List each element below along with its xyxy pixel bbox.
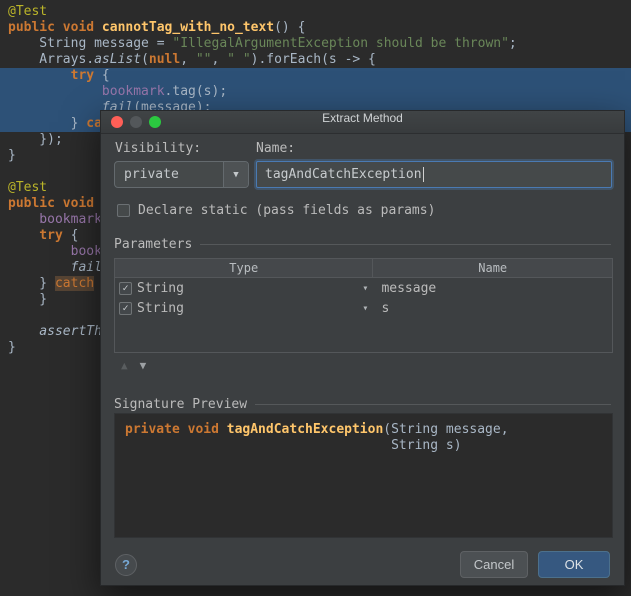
reorder-controls: ▲ ▼: [121, 359, 146, 372]
parameters-table: Type Name ✓ String ▾ message ✓ String ▾ s: [114, 258, 613, 353]
code-line: Arrays.asList(null, "", " ").forEach(s -…: [8, 52, 376, 67]
name-column-header[interactable]: Name: [373, 259, 612, 277]
dialog-buttons: ? Cancel OK: [115, 551, 610, 578]
parameters-label: Parameters: [114, 237, 193, 252]
separator-rule: [200, 244, 611, 245]
param-type: String: [137, 300, 184, 316]
type-column-header[interactable]: Type: [115, 259, 374, 277]
signature-separator: Signature Preview: [114, 397, 611, 412]
code-line: public void cannotTag_with_no_text() {: [8, 20, 306, 35]
name-label: Name:: [256, 141, 296, 156]
separator-rule: [255, 404, 611, 405]
declare-static-row[interactable]: Declare static (pass fields as params): [117, 203, 435, 218]
table-row[interactable]: ✓ String ▾ s: [115, 298, 612, 318]
extract-method-dialog: Extract Method Visibility: Name: private…: [100, 110, 625, 586]
table-row[interactable]: ✓ String ▾ message: [115, 278, 612, 298]
signature-preview-label: Signature Preview: [114, 397, 248, 412]
dialog-titlebar[interactable]: Extract Method: [101, 111, 624, 134]
code-line: bookmark.tag(s);: [8, 84, 228, 99]
param-type: String: [137, 280, 184, 296]
move-down-icon[interactable]: ▼: [140, 359, 147, 372]
move-up-icon[interactable]: ▲: [121, 359, 128, 372]
code-line: String s): [125, 438, 462, 453]
visibility-dropdown[interactable]: private ▼: [114, 161, 249, 188]
method-name-value: tagAndCatchException: [265, 167, 422, 182]
parameters-table-header: Type Name: [115, 259, 612, 278]
dialog-title: Extract Method: [322, 111, 403, 125]
chevron-down-icon[interactable]: ▼: [223, 162, 248, 187]
help-button[interactable]: ?: [115, 553, 137, 576]
parameters-separator: Parameters: [114, 237, 611, 252]
code-line: try {: [8, 68, 110, 83]
param-checkbox[interactable]: ✓: [119, 281, 132, 295]
code-line: @Test: [8, 4, 48, 19]
ok-button[interactable]: OK: [538, 551, 610, 578]
text-caret: [422, 167, 424, 182]
cancel-button[interactable]: Cancel: [460, 551, 528, 578]
code-line: String message = "IllegalArgumentExcepti…: [8, 36, 517, 51]
param-checkbox[interactable]: ✓: [119, 301, 132, 315]
code-line: private void tagAndCatchException(String…: [125, 422, 509, 437]
chevron-down-icon[interactable]: ▾: [362, 303, 368, 314]
signature-preview-box: private void tagAndCatchException(String…: [114, 413, 613, 538]
param-name: message: [381, 280, 437, 296]
param-name: s: [381, 300, 390, 316]
chevron-down-icon[interactable]: ▾: [362, 283, 368, 294]
method-name-input[interactable]: tagAndCatchException: [256, 161, 612, 188]
visibility-label: Visibility:: [115, 141, 202, 156]
declare-static-label: Declare static (pass fields as params): [138, 203, 436, 218]
params-table-rows: ✓ String ▾ message ✓ String ▾ s: [115, 278, 612, 318]
visibility-value: private: [124, 167, 179, 182]
declare-static-checkbox[interactable]: [117, 204, 130, 217]
